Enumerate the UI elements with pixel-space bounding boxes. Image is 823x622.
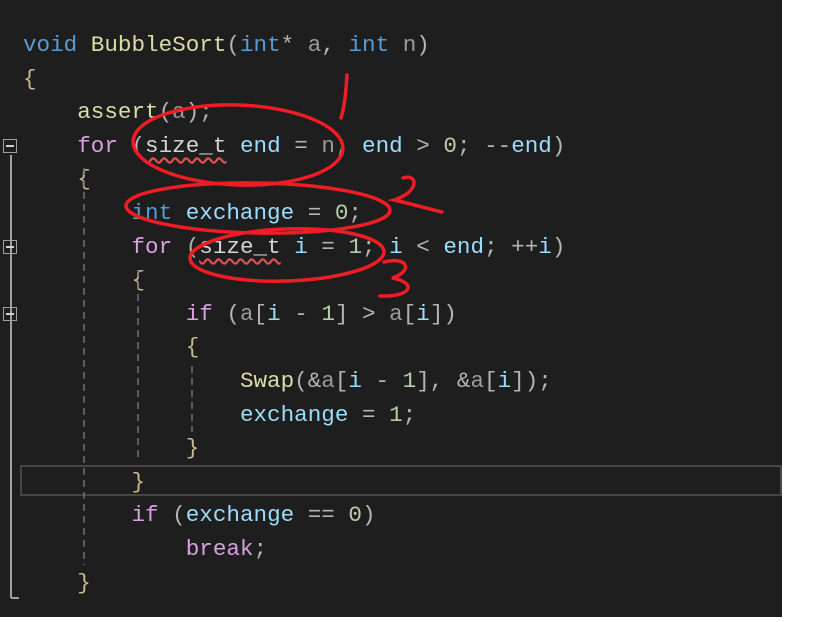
collapse-icon[interactable] [3,306,17,321]
collapse-icon[interactable] [3,239,17,254]
collapse-icon[interactable] [3,138,17,153]
editor-overlay [10,155,193,599]
code-editor[interactable]: void BubbleSort(int* a, int n){ assert(a… [0,0,782,617]
